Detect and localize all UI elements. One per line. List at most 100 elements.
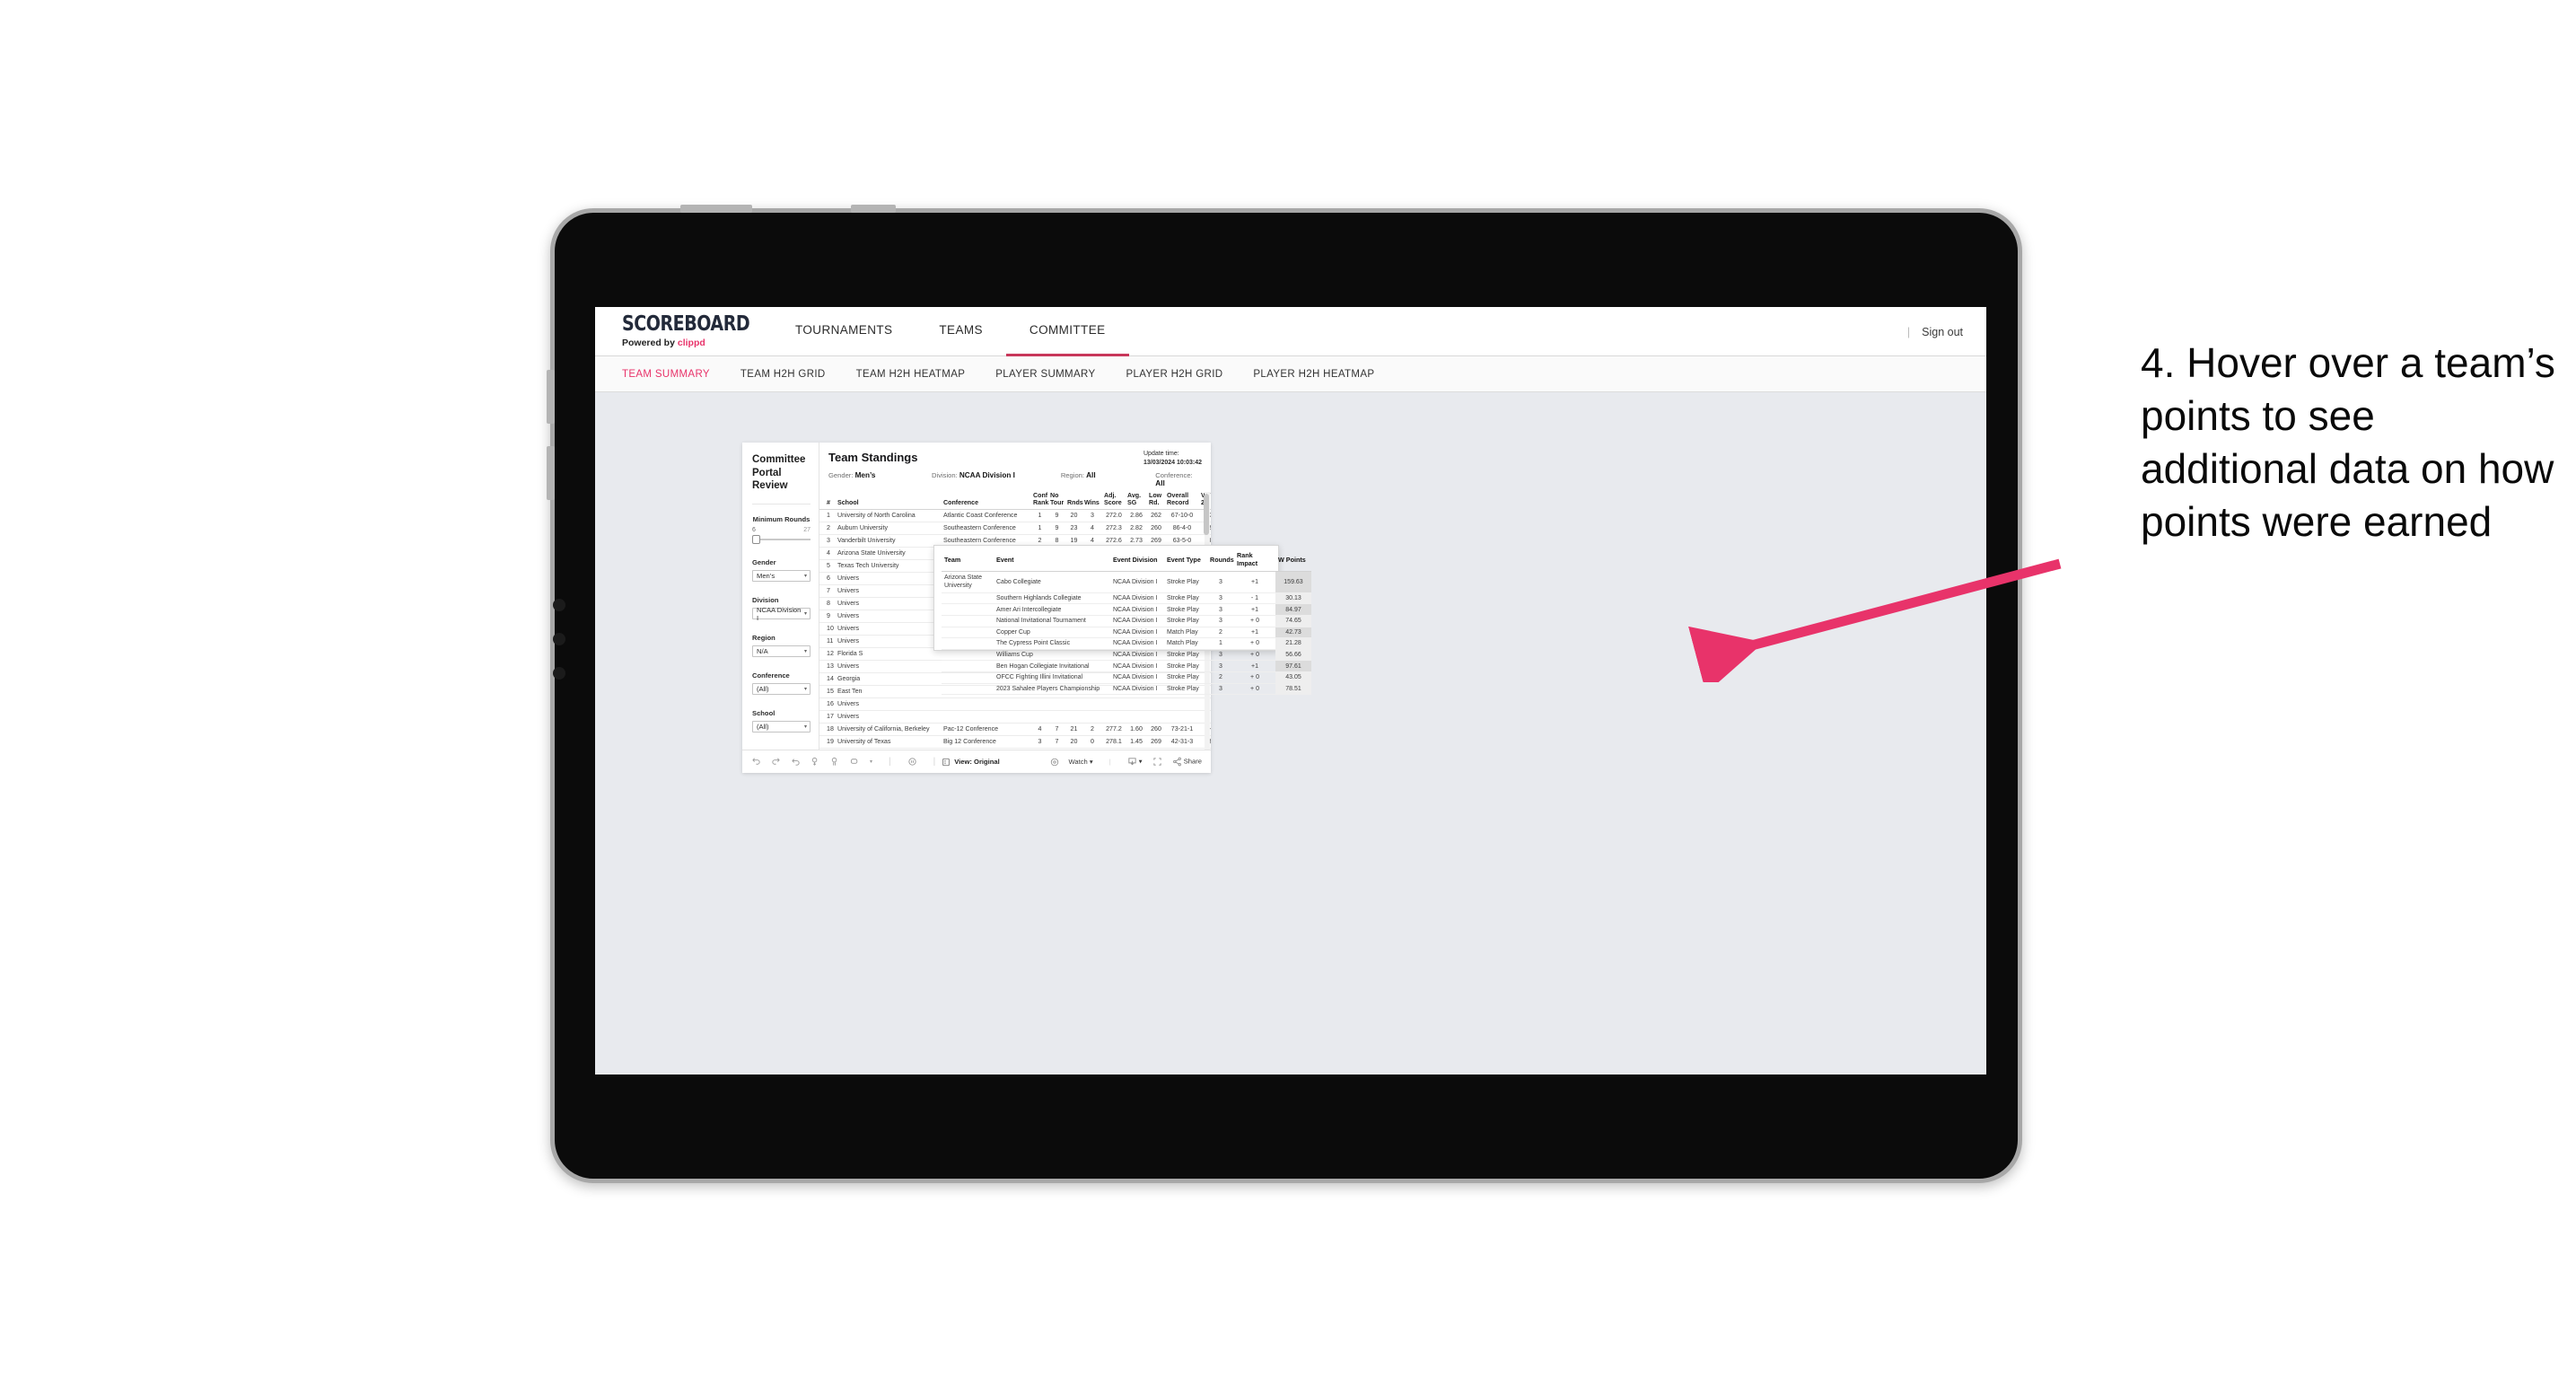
cell-conference <box>942 697 1031 712</box>
nav-item-teams[interactable]: TEAMS <box>916 307 1006 356</box>
slider-handle[interactable] <box>752 535 760 545</box>
cell-overall-record <box>1165 697 1199 712</box>
nav-item-committee[interactable]: COMMITTEE <box>1005 307 1129 356</box>
tooltip-row: Amer Ari Intercollegiate NCAA Division IS… <box>942 603 1311 616</box>
viz-body: Committee Portal Review Minimum Rounds 6… <box>742 443 1311 750</box>
view-icon <box>942 758 951 767</box>
power-button[interactable] <box>680 205 752 213</box>
col-conference[interactable]: Conference <box>942 492 1031 511</box>
table-row[interactable]: 17 Univers <box>819 710 1211 724</box>
cell-wins: 3 <box>1082 509 1102 523</box>
subnav-player-summary[interactable]: PLAYER SUMMARY <box>995 369 1115 380</box>
col-avg-sg[interactable]: Avg. SG <box>1126 492 1147 511</box>
cell-rank: 11 <box>819 635 836 649</box>
tooltip-cell-w-points: 84.97 <box>1275 603 1311 616</box>
cell-rank: 1 <box>819 509 836 523</box>
watch-label: Watch <box>1068 758 1088 766</box>
subnav-player-h2h-grid[interactable]: PLAYER H2H GRID <box>1126 369 1242 380</box>
table-row[interactable]: 1 University of North Carolina Atlantic Co… <box>819 509 1211 523</box>
tooltip-cell-rank-impact: + 0 <box>1234 615 1275 627</box>
nav-item-tournaments[interactable]: TOURNAMENTS <box>772 307 916 356</box>
minimum-rounds-label: Minimum Rounds <box>752 515 810 524</box>
cell-conf-rank: 1 <box>1031 509 1048 523</box>
toolbar-divider-1: | <box>889 757 891 767</box>
volume-up-button[interactable] <box>547 370 555 424</box>
summary-region-value: All <box>1086 471 1096 479</box>
tooltip-cell-team <box>942 671 994 684</box>
col-no-tour[interactable]: No Tour <box>1048 492 1065 511</box>
table-scrollbar-thumb[interactable] <box>1204 494 1209 535</box>
tooltip-cell-type: Stroke Play <box>1164 660 1207 672</box>
tooltip-cell-division: NCAA Division I <box>1110 571 1164 593</box>
table-row[interactable]: 2 Auburn University Southeastern Conferenc… <box>819 522 1211 536</box>
pause-auto-update-icon[interactable] <box>830 757 840 767</box>
tooltip-cell-event: Amer Ari Intercollegiate <box>994 603 1110 616</box>
col-wins[interactable]: Wins <box>1082 492 1102 511</box>
table-row[interactable]: 18 University of California, Berkeley Pac-… <box>819 723 1211 737</box>
region-filter-label: Region <box>752 634 775 643</box>
tooltip-cell-type: Stroke Play <box>1164 615 1207 627</box>
tooltip-cell-rounds: 3 <box>1207 683 1234 696</box>
standings-main: Team Standings Gender: Men’s Division: N… <box>819 443 1311 750</box>
cell-low-rd: 260 <box>1147 723 1165 737</box>
tooltip-cell-team <box>942 627 994 639</box>
tablet-screen: SCOREBOARD Powered by clippd TOURNAMENTS… <box>595 307 1986 1075</box>
subnav-player-h2h-heatmap[interactable]: PLAYER H2H HEATMAP <box>1253 369 1394 380</box>
table-row[interactable]: 20University of New MexicoMountain West … <box>819 748 1211 750</box>
volume-down-button[interactable] <box>547 446 555 500</box>
watch-button[interactable]: Watch ▾ <box>1069 758 1093 766</box>
conference-filter-select[interactable]: (All) ▾ <box>752 683 810 696</box>
fullscreen-button[interactable] <box>1152 757 1162 767</box>
cell-rank: 17 <box>819 710 836 724</box>
table-row[interactable]: 19 University of Texas Big 12 Conference 3 7… <box>819 735 1211 750</box>
cell-conference: Atlantic Coast Conference <box>942 509 1031 523</box>
tooltip-cell-division: NCAA Division I <box>1110 627 1164 639</box>
col-adj-score[interactable]: Adj. Score <box>1102 492 1126 511</box>
redo-icon[interactable] <box>771 757 781 767</box>
division-filter-select[interactable]: NCAA Division I ▾ <box>752 606 810 622</box>
secondary-nav: TEAM SUMMARY TEAM H2H GRID TEAM H2H HEAT… <box>595 356 1986 392</box>
tt-col-type: Event Type <box>1164 551 1207 572</box>
subnav-team-summary[interactable]: TEAM SUMMARY <box>622 369 730 380</box>
cell-rnds: 20 <box>1065 509 1082 523</box>
download-button[interactable]: ▾ <box>1127 757 1143 767</box>
filter-division: Division NCAA Division I ▾ <box>752 596 810 622</box>
revert-icon[interactable] <box>791 757 801 767</box>
cell-adj-score: 278.1 <box>1102 735 1126 750</box>
refresh-icon[interactable] <box>810 757 820 767</box>
cell-conf-rank: 4 <box>1031 723 1048 737</box>
cell-rank: 5 <box>819 559 836 574</box>
cell-overall-record: 42-31-3 <box>1165 735 1199 750</box>
col-conf-rank[interactable]: Conf Rank <box>1031 492 1048 511</box>
primary-nav: TOURNAMENTS TEAMS COMMITTEE <box>772 307 1129 356</box>
school-filter-select[interactable]: (All) ▾ <box>752 721 810 733</box>
top-button-secondary[interactable] <box>851 205 896 213</box>
col-low-rd[interactable]: Low Rd. <box>1147 492 1165 511</box>
highlight-chevron-icon[interactable]: ▾ <box>870 759 872 765</box>
tooltip-cell-rounds: 3 <box>1207 571 1234 593</box>
table-row[interactable]: 16 Univers <box>819 697 1211 712</box>
cell-rank: 19 <box>819 735 836 750</box>
share-button[interactable]: Share <box>1172 757 1202 767</box>
col-rnds[interactable]: Rnds <box>1065 492 1083 511</box>
minimum-rounds-slider[interactable] <box>752 535 810 545</box>
tooltip-row: 2023 Sahalee Players Championship NCAA Di… <box>942 683 1311 696</box>
subnav-team-h2h-heatmap[interactable]: TEAM H2H HEATMAP <box>856 369 986 380</box>
pause-icon[interactable] <box>907 757 917 767</box>
region-filter-select[interactable]: N/A ▾ <box>752 645 810 658</box>
subnav-team-h2h-grid[interactable]: TEAM H2H GRID <box>740 369 846 380</box>
chevron-down-icon: ▾ <box>803 724 807 731</box>
undo-icon[interactable] <box>751 757 761 767</box>
cell-overall-record <box>1165 710 1199 724</box>
tooltip-cell-w-points: 78.51 <box>1275 683 1311 696</box>
highlight-icon[interactable] <box>850 757 860 767</box>
col-rank[interactable]: # <box>819 492 836 511</box>
summary-division-label: Division: <box>932 471 958 479</box>
tooltip-cell-w-points: 97.61 <box>1275 660 1311 672</box>
brand-logo[interactable]: SCOREBOARD Powered by clippd <box>595 314 752 349</box>
sign-out-link[interactable]: Sign out <box>1922 326 1963 338</box>
col-overall-rec[interactable]: Overall Record <box>1165 492 1199 511</box>
view-original-button[interactable]: View: Original <box>942 758 1000 767</box>
gender-filter-select[interactable]: Men’s ▾ <box>752 570 810 583</box>
col-school[interactable]: School <box>836 492 942 511</box>
